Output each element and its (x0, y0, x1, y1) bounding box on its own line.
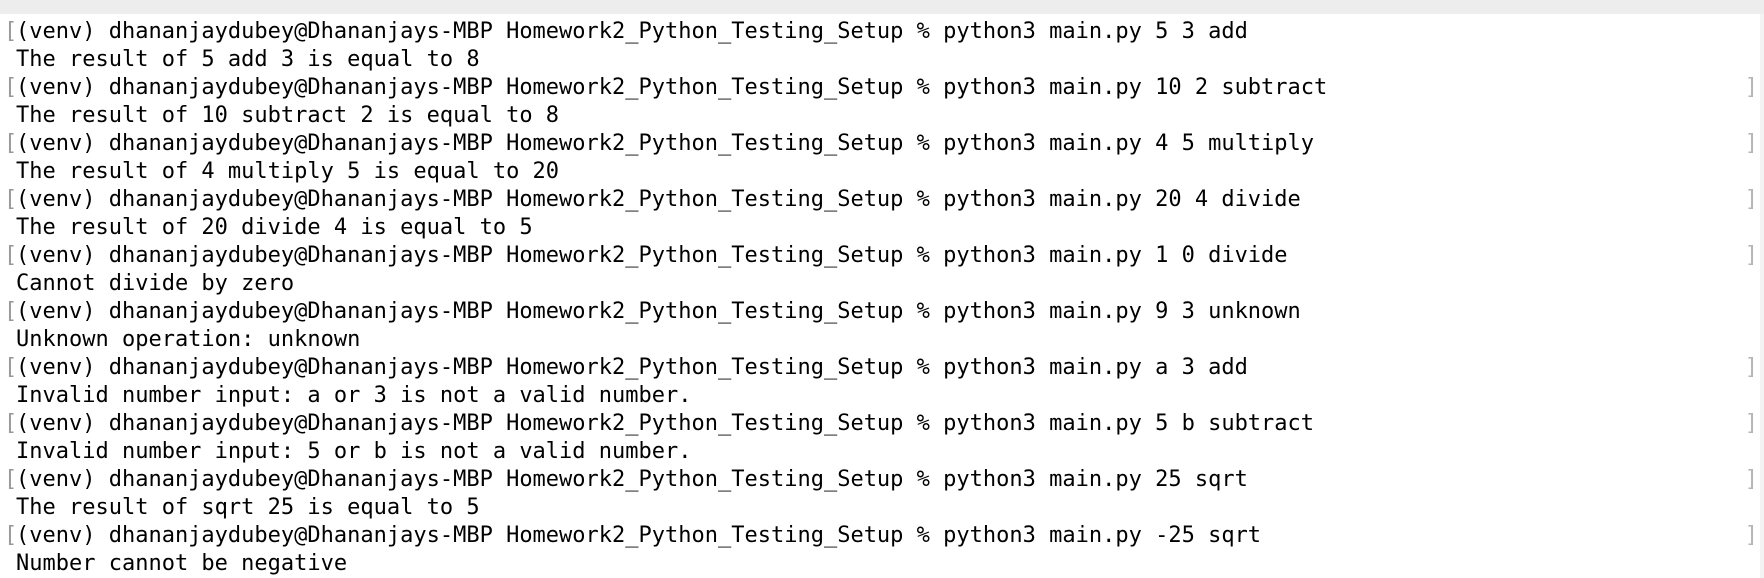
line-mark-left: [ (4, 131, 18, 156)
output-line: Invalid number input: 5 or b is not a va… (0, 438, 1764, 466)
output-text: Unknown operation: unknown (16, 327, 361, 352)
line-mark-right: ] (1744, 411, 1758, 436)
prompt: (venv) dhananjaydubey@Dhananjays-MBP Hom… (16, 467, 944, 492)
command-text: python3 main.py 4 5 multiply (943, 131, 1315, 156)
window-top-bar (0, 0, 1764, 15)
command-text: python3 main.py 5 b subtract (943, 411, 1315, 436)
output-text: The result of 4 multiply 5 is equal to 2… (16, 159, 560, 184)
output-text: Invalid number input: a or 3 is not a va… (16, 383, 692, 408)
command-line: [(venv) dhananjaydubey@Dhananjays-MBP Ho… (0, 466, 1764, 494)
command-line: [(venv) dhananjaydubey@Dhananjays-MBP Ho… (0, 186, 1764, 214)
output-text: Invalid number input: 5 or b is not a va… (16, 439, 692, 464)
prompt: (venv) dhananjaydubey@Dhananjays-MBP Hom… (16, 187, 944, 212)
prompt: (venv) dhananjaydubey@Dhananjays-MBP Hom… (16, 411, 944, 436)
output-text: Cannot divide by zero (16, 271, 295, 296)
terminal-output[interactable]: [(venv) dhananjaydubey@Dhananjays-MBP Ho… (0, 14, 1764, 578)
output-text: The result of 10 subtract 2 is equal to … (16, 103, 560, 128)
line-mark-left: [ (4, 19, 18, 44)
output-line: Unknown operation: unknown (0, 326, 1764, 354)
output-line: The result of 10 subtract 2 is equal to … (0, 102, 1764, 130)
command-text: python3 main.py 25 sqrt (943, 467, 1248, 492)
output-line: Invalid number input: a or 3 is not a va… (0, 382, 1764, 410)
output-text: The result of 5 add 3 is equal to 8 (16, 47, 480, 72)
command-text: python3 main.py 5 3 add (943, 19, 1248, 44)
prompt: (venv) dhananjaydubey@Dhananjays-MBP Hom… (16, 355, 944, 380)
output-line: The result of 20 divide 4 is equal to 5 (0, 214, 1764, 242)
command-line: [(venv) dhananjaydubey@Dhananjays-MBP Ho… (0, 130, 1764, 158)
prompt: (venv) dhananjaydubey@Dhananjays-MBP Hom… (16, 299, 944, 324)
line-mark-left: [ (4, 75, 18, 100)
output-line: The result of 4 multiply 5 is equal to 2… (0, 158, 1764, 186)
line-mark-left: [ (4, 355, 18, 380)
command-line: [(venv) dhananjaydubey@Dhananjays-MBP Ho… (0, 522, 1764, 550)
line-mark-right: ] (1744, 355, 1758, 380)
line-mark-left: [ (4, 411, 18, 436)
line-mark-left: [ (4, 243, 18, 268)
output-line: Number cannot be negative (0, 550, 1764, 578)
line-mark-right: ] (1744, 75, 1758, 100)
prompt: (venv) dhananjaydubey@Dhananjays-MBP Hom… (16, 131, 944, 156)
prompt: (venv) dhananjaydubey@Dhananjays-MBP Hom… (16, 75, 944, 100)
scrollbar[interactable] (1760, 14, 1764, 578)
line-mark-left: [ (4, 187, 18, 212)
line-mark-right: ] (1744, 523, 1758, 548)
command-line: [(venv) dhananjaydubey@Dhananjays-MBP Ho… (0, 410, 1764, 438)
line-mark-left: [ (4, 299, 18, 324)
prompt: (venv) dhananjaydubey@Dhananjays-MBP Hom… (16, 243, 944, 268)
command-line: [(venv) dhananjaydubey@Dhananjays-MBP Ho… (0, 74, 1764, 102)
output-text: The result of sqrt 25 is equal to 5 (16, 495, 480, 520)
command-text: python3 main.py 10 2 subtract (943, 75, 1328, 100)
output-line: The result of sqrt 25 is equal to 5 (0, 494, 1764, 522)
command-line: [(venv) dhananjaydubey@Dhananjays-MBP Ho… (0, 242, 1764, 270)
command-text: python3 main.py a 3 add (943, 355, 1248, 380)
output-line: Cannot divide by zero (0, 270, 1764, 298)
line-mark-left: [ (4, 467, 18, 492)
command-line: [(venv) dhananjaydubey@Dhananjays-MBP Ho… (0, 18, 1764, 46)
line-mark-right: ] (1744, 243, 1758, 268)
line-mark-right: ] (1744, 131, 1758, 156)
command-text: python3 main.py 9 3 unknown (943, 299, 1301, 324)
line-mark-left: [ (4, 523, 18, 548)
prompt: (venv) dhananjaydubey@Dhananjays-MBP Hom… (16, 523, 944, 548)
line-mark-right: ] (1744, 467, 1758, 492)
prompt: (venv) dhananjaydubey@Dhananjays-MBP Hom… (16, 19, 944, 44)
output-text: The result of 20 divide 4 is equal to 5 (16, 215, 533, 240)
command-line: [(venv) dhananjaydubey@Dhananjays-MBP Ho… (0, 354, 1764, 382)
command-line: [(venv) dhananjaydubey@Dhananjays-MBP Ho… (0, 298, 1764, 326)
output-text: Number cannot be negative (16, 551, 348, 576)
output-line: The result of 5 add 3 is equal to 8 (0, 46, 1764, 74)
command-text: python3 main.py 1 0 divide (943, 243, 1288, 268)
command-text: python3 main.py 20 4 divide (943, 187, 1301, 212)
line-mark-right: ] (1744, 187, 1758, 212)
command-text: python3 main.py -25 sqrt (943, 523, 1262, 548)
